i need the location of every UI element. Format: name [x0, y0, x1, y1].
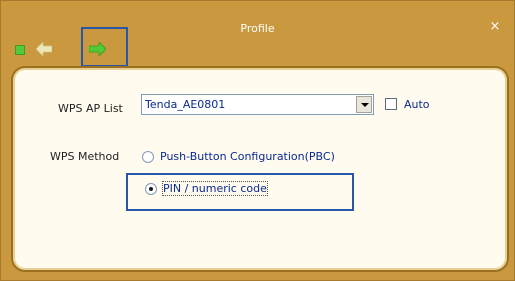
wps-ap-list-label: WPS AP List	[58, 102, 123, 115]
pin-radio[interactable]	[145, 183, 157, 195]
close-button[interactable]: ×	[489, 20, 501, 33]
chevron-down-icon[interactable]	[356, 96, 372, 113]
auto-label[interactable]: Auto	[404, 98, 430, 111]
window-title: Profile	[240, 22, 275, 35]
title-bar[interactable]: Profile ×	[1, 1, 514, 51]
wps-ap-selected-value: Tenda_AE0801	[145, 98, 226, 111]
back-arrow-icon[interactable]	[36, 42, 52, 56]
forward-arrow-icon[interactable]	[89, 42, 106, 56]
pbc-radio-label[interactable]: Push-Button Configuration(PBC)	[160, 150, 335, 163]
pin-radio-label[interactable]: PIN / numeric code	[162, 181, 268, 196]
stop-icon[interactable]	[15, 45, 25, 55]
wps-method-label: WPS Method	[50, 150, 120, 163]
wps-ap-list-select[interactable]: Tenda_AE0801	[141, 94, 374, 115]
auto-checkbox[interactable]	[385, 98, 397, 110]
pbc-radio[interactable]	[142, 151, 154, 163]
